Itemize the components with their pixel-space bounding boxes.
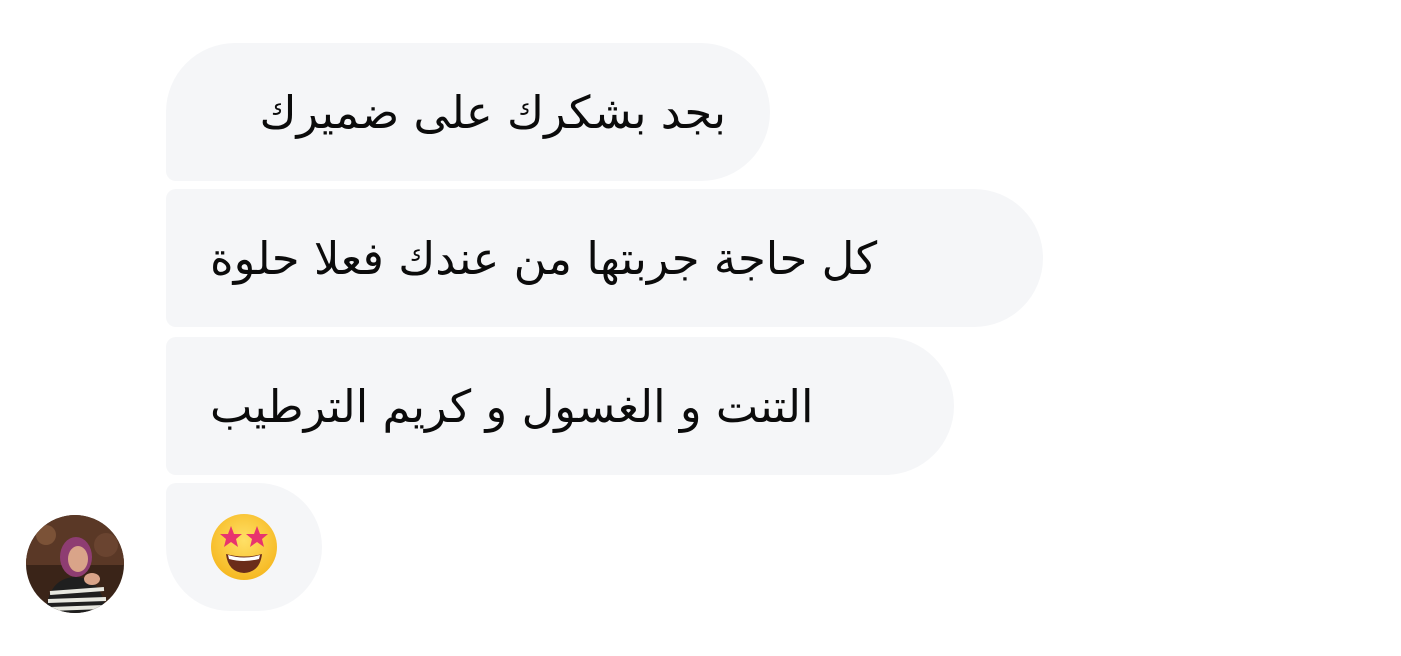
- message-text: كل حاجة جربتها من عندك فعلا حلوة: [210, 231, 878, 285]
- star-struck-emoji-icon: [211, 514, 277, 580]
- message-bubble[interactable]: التنت و الغسول و كريم الترطيب: [166, 337, 954, 475]
- message-text: التنت و الغسول و كريم الترطيب: [210, 379, 814, 433]
- chat-thread: بجد بشكرك على ضميرك كل حاجة جربتها من عن…: [0, 0, 1401, 656]
- user-avatar-icon: [26, 515, 124, 613]
- message-bubble[interactable]: بجد بشكرك على ضميرك: [166, 43, 770, 181]
- message-bubble[interactable]: كل حاجة جربتها من عندك فعلا حلوة: [166, 189, 1043, 327]
- avatar[interactable]: [26, 515, 124, 613]
- message-bubble-emoji[interactable]: [166, 483, 322, 611]
- message-text: بجد بشكرك على ضميرك: [259, 85, 726, 139]
